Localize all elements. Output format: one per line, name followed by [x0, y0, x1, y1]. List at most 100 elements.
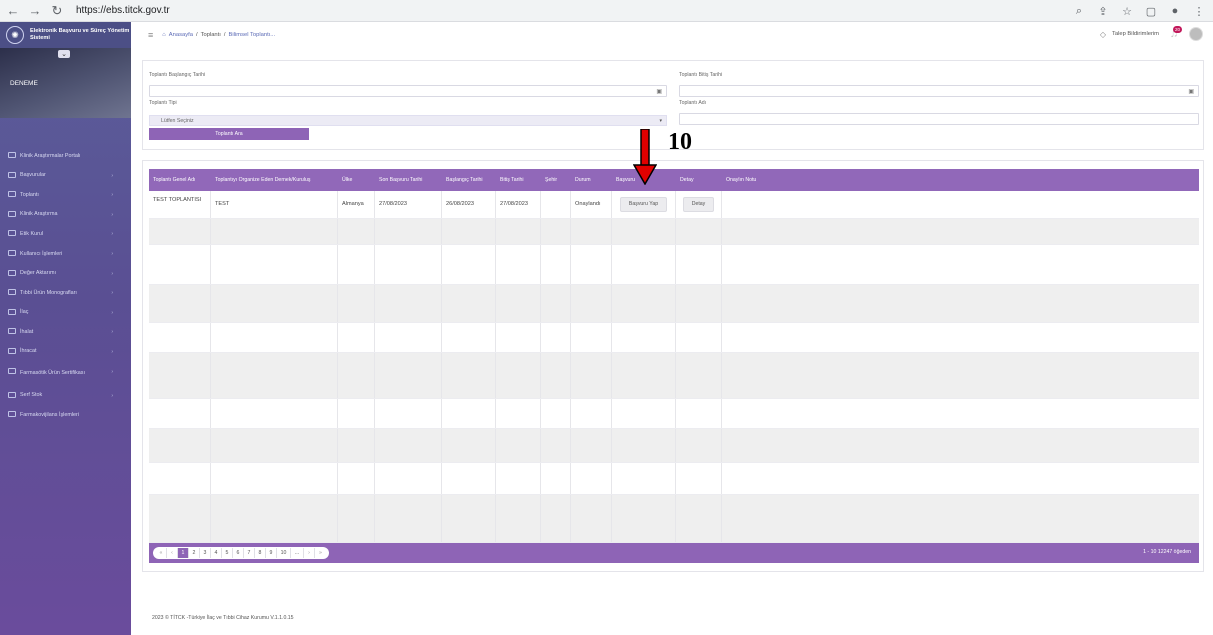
sidebar-item-ilac[interactable]: İlaç › — [0, 303, 131, 323]
zoom-icon[interactable]: ⌕ — [1071, 2, 1087, 20]
calendar-icon[interactable]: ▣ — [656, 88, 662, 95]
sidebar-item-klinik-portal[interactable]: Klinik Araştırmalar Portalı — [0, 146, 131, 166]
sidebar-item-farmasotik[interactable]: Farmasötik Ürün Sertifikası › — [0, 362, 131, 386]
sidebar-item-etik-kurul[interactable]: Etik Kurul › — [0, 224, 131, 244]
breadcrumb-toplanti[interactable]: Toplantı — [201, 32, 221, 38]
table-row-empty — [149, 219, 1199, 245]
col-organizer[interactable]: Toplantıyı Organize Eden Dernek/Kuruluş — [211, 169, 338, 191]
page-9[interactable]: 9 — [266, 548, 277, 558]
type-label: Toplantı Tipi — [149, 100, 177, 106]
page-10[interactable]: 10 — [277, 548, 291, 558]
pagination: « ‹ 1 2 3 4 5 6 7 8 9 10 ... › » — [153, 547, 329, 559]
page-more[interactable]: ... — [291, 548, 304, 558]
sidebar-item-label: Tıbbi Ürün Monografları — [20, 289, 77, 296]
breadcrumb: ⌂ Anasayfa / Toplantı / Bilimsel Toplant… — [162, 32, 275, 38]
table-row[interactable]: TEST TOPLANTISI TEST Almanya 27/08/2023 … — [149, 191, 1199, 219]
brand[interactable]: ✺ Elektronik Başvuru ve Süreç Yönetim Si… — [0, 22, 131, 48]
col-detail[interactable]: Detay — [676, 169, 722, 191]
notifications-link[interactable]: Talep Bildirimlerim — [1112, 31, 1159, 37]
first-page-button[interactable]: « — [156, 548, 167, 558]
breadcrumb-home[interactable]: Anasayfa — [169, 32, 193, 38]
breadcrumb-separator: / — [195, 32, 198, 38]
prev-page-button[interactable]: ‹ — [167, 548, 178, 558]
col-end[interactable]: Bitiş Tarihi — [496, 169, 541, 191]
sidebar-item-kullanici[interactable]: Kullanıcı İşlemleri › — [0, 244, 131, 264]
breadcrumb-current: Bilimsel Toplantı... — [228, 32, 276, 38]
col-country[interactable]: Ülke — [338, 169, 375, 191]
col-note[interactable]: Onaylın Notu — [722, 169, 842, 191]
chevron-right-icon: › — [111, 392, 113, 399]
cell-start: 26/08/2023 — [442, 191, 496, 218]
sidebar-item-basvurular[interactable]: Başvurular › — [0, 166, 131, 186]
folder-icon — [8, 210, 16, 217]
cell-apply: Başvuru Yap — [612, 191, 676, 218]
notification-badge: 20 — [1173, 26, 1183, 33]
window-icon[interactable]: ▢ — [1143, 2, 1159, 20]
page-2[interactable]: 2 — [189, 548, 200, 558]
sidebar-item-deger-aktarimi[interactable]: Değer Aktarımı › — [0, 264, 131, 284]
cell-organizer: TEST — [211, 191, 338, 218]
sidebar-item-label: Etik Kurul — [20, 230, 44, 237]
home-icon[interactable]: ⌂ — [162, 32, 166, 38]
logo-icon: ✺ — [6, 26, 24, 44]
apply-button[interactable]: Başvuru Yap — [619, 197, 668, 212]
profile-icon[interactable]: ● — [1167, 2, 1183, 20]
page-7[interactable]: 7 — [244, 548, 255, 558]
page-3[interactable]: 3 — [200, 548, 211, 558]
forward-icon[interactable]: → — [26, 2, 44, 20]
table-row-empty — [149, 399, 1199, 429]
table-header: Toplantı Genel Adı Toplantıyı Organize E… — [149, 169, 1199, 191]
reload-icon[interactable]: ↻ — [48, 2, 66, 20]
share-icon[interactable]: ⇪ — [1095, 2, 1111, 20]
page-5[interactable]: 5 — [222, 548, 233, 558]
last-page-button[interactable]: » — [315, 548, 326, 558]
sidebar-item-monograf[interactable]: Tıbbi Ürün Monografları › — [0, 283, 131, 303]
end-date-input[interactable]: ▣ — [679, 85, 1199, 97]
table-row-empty — [149, 245, 1199, 285]
tag-icon[interactable]: ◇ — [1100, 30, 1106, 39]
sidebar-item-ihracat[interactable]: İhracat › — [0, 342, 131, 362]
start-date-input[interactable]: ▣ — [149, 85, 667, 97]
next-page-button[interactable]: › — [304, 548, 315, 558]
col-city[interactable]: Şehir — [541, 169, 571, 191]
back-icon[interactable]: ← — [4, 2, 22, 20]
col-name[interactable]: Toplantı Genel Adı — [149, 169, 211, 191]
app-header: ≡ ⌂ Anasayfa / Toplantı / Bilimsel Topla… — [131, 22, 1213, 48]
col-deadline[interactable]: Son Başvuru Tarihi — [375, 169, 442, 191]
chevron-right-icon: › — [111, 172, 113, 179]
sidebar-item-ihalat[interactable]: İhalat › — [0, 322, 131, 342]
folder-icon — [8, 230, 16, 237]
avatar[interactable] — [1189, 27, 1203, 41]
bell-icon[interactable]: ♫ 20 — [1165, 26, 1183, 42]
cell-detail: Detay — [676, 191, 722, 218]
page-4[interactable]: 4 — [211, 548, 222, 558]
cell-name: TEST TOPLANTISI — [149, 191, 211, 218]
col-status[interactable]: Durum — [571, 169, 612, 191]
folder-icon — [8, 411, 16, 418]
sidebar-item-serf-stok[interactable]: Serf Stok › — [0, 386, 131, 406]
footer-text: 2023 © TİTCK -Türkiye İlaç ve Tıbbi Ciha… — [152, 615, 294, 621]
calendar-icon[interactable]: ▣ — [1188, 88, 1194, 95]
cell-end: 27/08/2023 — [496, 191, 541, 218]
chevron-down-icon[interactable]: ⌄ — [58, 50, 70, 58]
sidebar-item-toplanti[interactable]: Toplantı › — [0, 185, 131, 205]
sidebar-item-klinik-arastirma[interactable]: Klinik Araştırma › — [0, 205, 131, 225]
detail-button[interactable]: Detay — [682, 197, 715, 212]
name-input[interactable] — [679, 113, 1199, 125]
address-bar[interactable]: https://ebs.titck.gov.tr — [76, 5, 170, 16]
page-1[interactable]: 1 — [178, 548, 189, 558]
page-6[interactable]: 6 — [233, 548, 244, 558]
breadcrumb-separator: / — [223, 32, 226, 38]
hamburger-icon[interactable]: ≡ — [148, 30, 153, 40]
type-select[interactable]: Lütfen Seçiniz ▾ — [149, 115, 667, 126]
folder-icon — [8, 191, 16, 198]
sidebar-item-farmakovijilans[interactable]: Farmakovijilans İşlemleri — [0, 405, 131, 425]
star-icon[interactable]: ☆ — [1119, 2, 1135, 20]
search-meeting-button[interactable]: Toplantı Ara — [149, 128, 309, 140]
sidebar-item-label: Toplantı — [20, 191, 39, 198]
col-start[interactable]: Başlangıç Tarihi — [442, 169, 496, 191]
chevron-right-icon: › — [111, 211, 113, 218]
page-8[interactable]: 8 — [255, 548, 266, 558]
table-row-empty — [149, 285, 1199, 323]
menu-dots-icon[interactable]: ⋮ — [1191, 2, 1207, 20]
